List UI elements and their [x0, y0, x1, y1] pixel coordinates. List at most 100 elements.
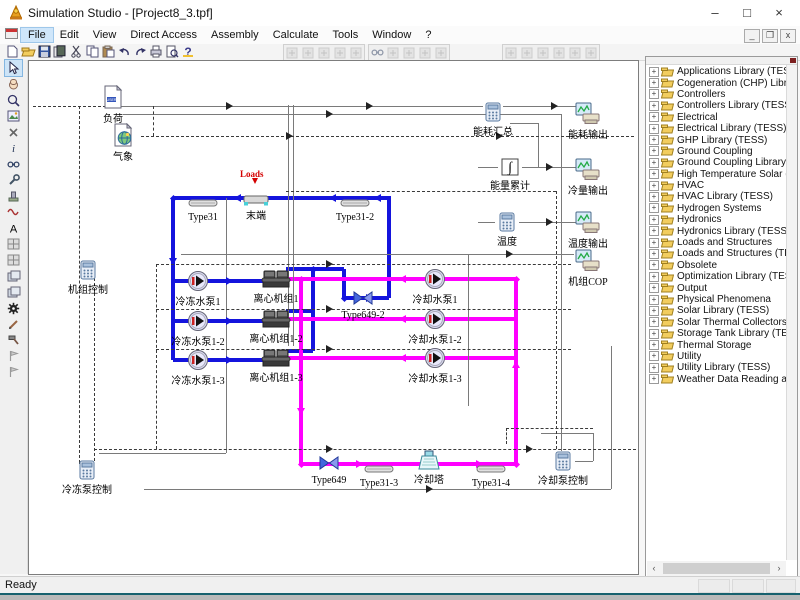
- tree-item-utility[interactable]: +Utility: [647, 351, 786, 362]
- expand-icon[interactable]: +: [649, 89, 659, 99]
- expand-icon[interactable]: +: [649, 192, 659, 202]
- help-icon[interactable]: ?: [180, 45, 196, 59]
- component-lengquebeng-kongzhi[interactable]: 冷却泵控制: [519, 451, 607, 487]
- tool-grid-b-icon[interactable]: [5, 252, 22, 268]
- tool-text-icon[interactable]: A: [5, 220, 22, 236]
- tree-item-hydronics-library-tess[interactable]: +Hydronics Library (TESS): [647, 225, 786, 236]
- tree-item-solar-thermal-collectors[interactable]: +Solar Thermal Collectors: [647, 317, 786, 328]
- tree-item-loads-and-structures[interactable]: +Loads and Structures: [647, 237, 786, 248]
- component-wendu[interactable]: 温度: [463, 212, 551, 248]
- mdi-restore-button[interactable]: ❐: [762, 29, 778, 43]
- tool-delete-icon[interactable]: [5, 124, 22, 140]
- component-lengdong-pump-2[interactable]: 冷冻水泵1-2: [154, 310, 242, 348]
- new-icon[interactable]: [4, 45, 20, 59]
- scroll-thumb[interactable]: [663, 563, 770, 574]
- tree-vertical-scrollbar[interactable]: [786, 65, 797, 560]
- redo-icon[interactable]: [132, 45, 148, 59]
- expand-icon[interactable]: +: [649, 249, 659, 259]
- component-jizu-kongzhi[interactable]: 机组控制: [44, 260, 132, 296]
- tool-pan-icon[interactable]: [5, 76, 22, 92]
- tree-item-solar-library-tess[interactable]: +Solar Library (TESS): [647, 305, 786, 316]
- tree-item-ground-coupling-library-tess[interactable]: +Ground Coupling Library (TESS): [647, 157, 786, 168]
- tree-item-weather-data-reading-and-process[interactable]: +Weather Data Reading and Process: [647, 374, 786, 385]
- tool-build-icon[interactable]: [5, 332, 22, 348]
- expand-icon[interactable]: +: [649, 169, 659, 179]
- open-icon[interactable]: [20, 45, 36, 59]
- undo-icon[interactable]: [116, 45, 132, 59]
- tree-item-applications-library-tess[interactable]: +Applications Library (TESS): [647, 66, 786, 77]
- tree-item-optimization-library-tess[interactable]: +Optimization Library (TESS): [647, 271, 786, 282]
- expand-icon[interactable]: +: [649, 340, 659, 350]
- expand-icon[interactable]: +: [649, 203, 659, 213]
- component-lengliang-shuchu[interactable]: 冷量输出: [544, 158, 632, 197]
- status-resize-grip[interactable]: [766, 579, 796, 593]
- expand-icon[interactable]: +: [649, 181, 659, 191]
- component-nenghao-huizong[interactable]: 能耗汇总: [449, 102, 537, 138]
- tree-item-high-temperature-solar-tess[interactable]: +High Temperature Solar (TESS): [647, 169, 786, 180]
- tree-item-hydronics[interactable]: +Hydronics: [647, 214, 786, 225]
- print-icon[interactable]: [148, 45, 164, 59]
- component-nenghao-shuchu[interactable]: 能耗输出: [544, 102, 632, 141]
- tool-pen-icon[interactable]: [5, 316, 22, 332]
- tree-horizontal-scrollbar[interactable]: ‹ ›: [647, 561, 786, 576]
- component-weather[interactable]: 气象: [79, 123, 167, 163]
- component-lengque-pump-2[interactable]: 冷却水泵1-2: [391, 308, 479, 346]
- menu-view[interactable]: View: [86, 28, 124, 42]
- print-preview-icon[interactable]: [164, 45, 180, 59]
- paste-icon[interactable]: [100, 45, 116, 59]
- scroll-left-icon[interactable]: ‹: [647, 561, 661, 576]
- tool-stamp-icon[interactable]: [5, 188, 22, 204]
- copy-icon[interactable]: [84, 45, 100, 59]
- tree-item-physical-phenomena[interactable]: +Physical Phenomena: [647, 294, 786, 305]
- maximize-button[interactable]: □: [732, 4, 762, 23]
- tool-image-icon[interactable]: [5, 108, 22, 124]
- menu-direct-access[interactable]: Direct Access: [123, 28, 204, 42]
- expand-icon[interactable]: +: [649, 158, 659, 168]
- menu-file[interactable]: File: [21, 28, 53, 42]
- tree-item-electrical[interactable]: +Electrical: [647, 112, 786, 123]
- component-lengdong-pump-3[interactable]: 冷冻水泵1-3: [154, 349, 242, 387]
- component-wendu-shuchu[interactable]: 温度输出: [544, 211, 632, 250]
- tool-zoom-icon[interactable]: [5, 92, 22, 108]
- expand-icon[interactable]: +: [649, 317, 659, 327]
- component-lixin-jizu-1[interactable]: 离心机组1: [232, 269, 320, 305]
- component-lixin-jizu-2[interactable]: 离心机组1-2: [232, 309, 320, 345]
- tool-info-icon[interactable]: i: [5, 140, 22, 156]
- tree-item-thermal-storage[interactable]: +Thermal Storage: [647, 339, 786, 350]
- expand-icon[interactable]: +: [649, 363, 659, 373]
- tool-gear-icon[interactable]: [5, 300, 22, 316]
- tool-link-icon[interactable]: [5, 156, 22, 172]
- expand-icon[interactable]: +: [649, 135, 659, 145]
- mdi-minimize-button[interactable]: _: [744, 29, 760, 43]
- export-icon[interactable]: [52, 45, 68, 59]
- tool-flag-b-icon[interactable]: [5, 364, 22, 380]
- cut-icon[interactable]: [68, 45, 84, 59]
- expand-icon[interactable]: +: [649, 215, 659, 225]
- expand-icon[interactable]: +: [649, 124, 659, 134]
- expand-icon[interactable]: +: [649, 283, 659, 293]
- panel-close-icon[interactable]: [790, 58, 796, 63]
- tool-grid-a-icon[interactable]: [5, 236, 22, 252]
- menu-calculate[interactable]: Calculate: [266, 28, 326, 42]
- tree-item-loads-and-structures-tess[interactable]: +Loads and Structures (TESS): [647, 248, 786, 259]
- expand-icon[interactable]: +: [649, 295, 659, 305]
- menu-edit[interactable]: Edit: [53, 28, 86, 42]
- save-icon[interactable]: [36, 45, 52, 59]
- tree-item-hvac-library-tess[interactable]: +HVAC Library (TESS): [647, 191, 786, 202]
- project-canvas[interactable]: USER负荷气象Type31末端Type31-2能耗汇总能耗输出∫能量累计冷量输…: [28, 60, 639, 575]
- component-lengque-pump-3[interactable]: 冷却水泵1-3: [391, 347, 479, 385]
- tree-item-utility-library-tess[interactable]: +Utility Library (TESS): [647, 362, 786, 373]
- expand-icon[interactable]: +: [649, 146, 659, 156]
- expand-icon[interactable]: +: [649, 272, 659, 282]
- expand-icon[interactable]: +: [649, 329, 659, 339]
- tree-item-cogeneration-chp-library-tess[interactable]: +Cogeneration (CHP) Library (TESS): [647, 77, 786, 88]
- expand-icon[interactable]: +: [649, 78, 659, 88]
- scroll-right-icon[interactable]: ›: [772, 561, 786, 576]
- expand-icon[interactable]: +: [649, 67, 659, 77]
- component-nengliang-leiji[interactable]: ∫能量累计: [466, 158, 554, 192]
- component-moduan[interactable]: 末端: [212, 193, 300, 222]
- tree-item-hydrogen-systems[interactable]: +Hydrogen Systems: [647, 203, 786, 214]
- tree-item-ghp-library-tess[interactable]: +GHP Library (TESS): [647, 134, 786, 145]
- tree-item-storage-tank-library-tess[interactable]: +Storage Tank Library (TESS): [647, 328, 786, 339]
- minimize-button[interactable]: –: [700, 4, 730, 23]
